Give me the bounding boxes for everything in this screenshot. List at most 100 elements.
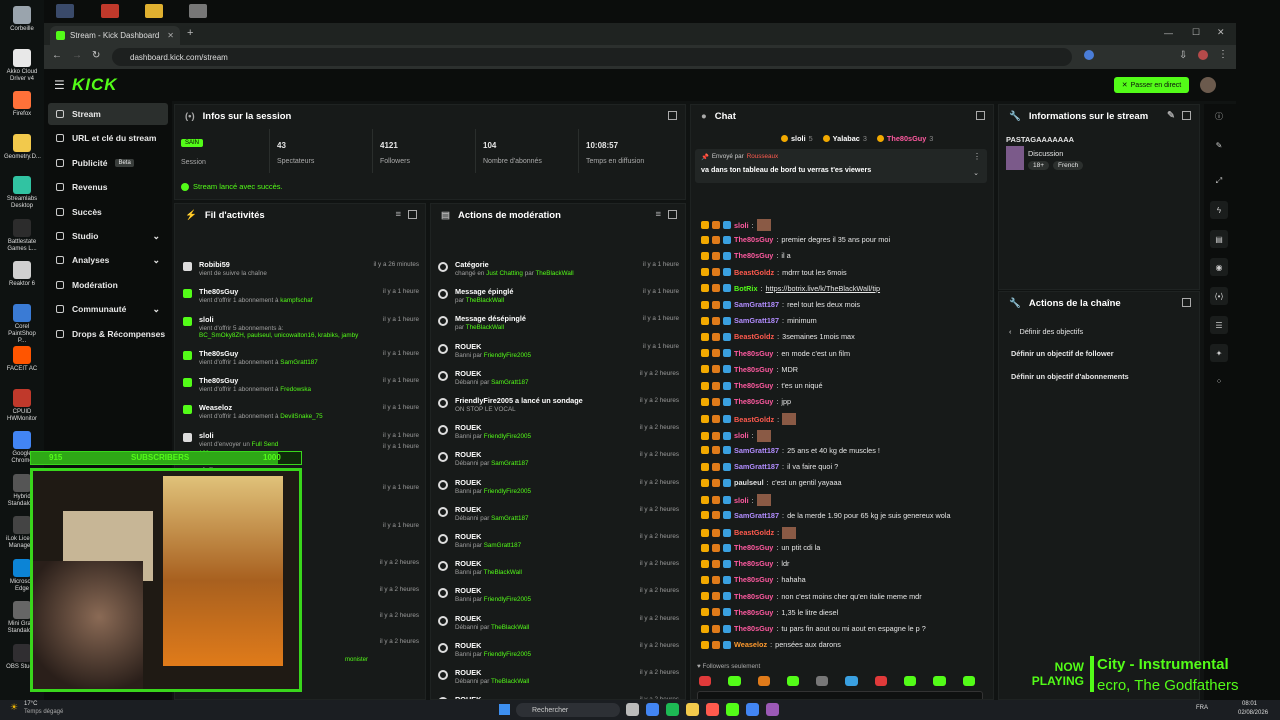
- sidebar-item-stream[interactable]: Stream: [48, 103, 168, 125]
- taskbar-app-icon[interactable]: [626, 703, 639, 716]
- moderation-item[interactable]: ROUEK Débanni par SamGratt187 il y a 2 he…: [431, 505, 685, 531]
- stream-tag[interactable]: 18+: [1028, 161, 1050, 170]
- desktop-icon[interactable]: Corbeille: [4, 6, 40, 33]
- emote-icon[interactable]: [728, 676, 741, 686]
- moderation-item[interactable]: ROUEK Débanni par SamGratt187 il y a 2 he…: [431, 450, 685, 476]
- chat-message[interactable]: SamGratt187: reel tout les deux mois: [701, 300, 860, 309]
- moderation-item[interactable]: Message désépinglé par TheBlackWall il y …: [431, 314, 685, 340]
- popout-icon[interactable]: [976, 111, 985, 120]
- sidebar-item-succes[interactable]: Succès: [48, 201, 168, 223]
- new-tab-icon[interactable]: +: [187, 27, 193, 39]
- moderation-item[interactable]: ROUEK Débanni par TheBlackWall il y a 2 h…: [431, 614, 685, 640]
- chat-message[interactable]: BeastGoldz:: [701, 413, 797, 426]
- desktop-top-icon-2[interactable]: [101, 4, 119, 18]
- windows-start-icon[interactable]: [499, 704, 510, 715]
- pen-icon[interactable]: ✎: [1210, 136, 1228, 154]
- taskbar-app-icon[interactable]: [726, 703, 739, 716]
- emote-icon[interactable]: [874, 676, 888, 686]
- taskbar-app-icon[interactable]: [686, 703, 699, 716]
- sidebar-item-url[interactable]: URL et clé du stream: [48, 127, 168, 149]
- popout-icon[interactable]: [1182, 298, 1191, 307]
- subscription-goal-action[interactable]: Définir un objectif d'abonnements: [1011, 372, 1129, 381]
- hamburger-icon[interactable]: ☰: [54, 78, 65, 92]
- sidebar-item-drops[interactable]: Drops & Récompenses: [48, 323, 168, 345]
- chat-username[interactable]: sloli: [734, 496, 749, 505]
- desktop-icon[interactable]: Reaktor 6: [4, 261, 40, 288]
- chat-message[interactable]: SamGratt187: de la merde 1.90 pour 65 kg …: [701, 511, 951, 520]
- desktop-top-icon-4[interactable]: [189, 4, 207, 18]
- chat-input[interactable]: [697, 691, 983, 699]
- stream-tag[interactable]: French: [1053, 161, 1084, 170]
- chat-message[interactable]: BeastGoldz:: [701, 526, 797, 539]
- desktop-top-icon-1[interactable]: [56, 4, 74, 18]
- chat-message[interactable]: The80sGuy: un ptit cdi la: [701, 543, 820, 552]
- sidebar-item-publicite[interactable]: Publicité Beta: [48, 152, 168, 174]
- chat-username[interactable]: BeastGoldz: [734, 415, 774, 424]
- chat-username[interactable]: The80sGuy: [734, 543, 773, 552]
- chat-username[interactable]: sloli: [734, 221, 749, 230]
- emote-icon[interactable]: [962, 676, 975, 686]
- activity-item[interactable]: Weaseloz vient d'offrir 1 abonnement à De…: [175, 403, 425, 429]
- emote-icon[interactable]: [757, 676, 770, 686]
- chat-message[interactable]: BeastGoldz:3semaines 1mois max: [701, 332, 855, 341]
- chat-username[interactable]: BotRix: [734, 284, 758, 293]
- activity-item[interactable]: The80sGuy vient d'offrir 1 abonnement à F…: [175, 376, 425, 402]
- chat-message[interactable]: BotRix: https://botrix.live/k/TheBlackWal…: [701, 284, 880, 293]
- bolt-icon[interactable]: ϟ: [1210, 201, 1228, 219]
- desktop-top-icon-3[interactable]: [145, 4, 163, 18]
- moderation-item[interactable]: Message épinglé par TheBlackWall il y a 1…: [431, 287, 685, 313]
- moderation-item[interactable]: ROUEK Débanni par TheBlackWall il y a 2 h…: [431, 668, 685, 694]
- desktop-icon[interactable]: Akko Cloud Driver v4: [4, 48, 40, 83]
- close-window-icon[interactable]: ✕: [1217, 27, 1225, 38]
- moderation-item[interactable]: FriendlyFire2005 a lancé un sondage ON ST…: [431, 396, 685, 422]
- moderation-item[interactable]: ROUEK Débanni par SamGratt187 il y a 2 he…: [431, 369, 685, 395]
- expand-icon[interactable]: ⤢: [1210, 172, 1228, 190]
- chat-username[interactable]: The80sGuy: [734, 575, 773, 584]
- moderation-item[interactable]: Catégorie changé en Just Chatting par The…: [431, 260, 685, 286]
- chat-username[interactable]: SamGratt187: [734, 300, 779, 309]
- maximize-icon[interactable]: ☐: [1192, 27, 1200, 38]
- chat-message[interactable]: The80sGuy: premier degres il 35 ans pour …: [701, 235, 890, 244]
- filter-icon[interactable]: ≡: [655, 209, 661, 220]
- taskbar-app-icon[interactable]: [746, 703, 759, 716]
- activity-item[interactable]: Robibi59 vient de suivre la chaîne il y a…: [175, 260, 425, 286]
- taskbar-app-icon[interactable]: [646, 703, 659, 716]
- chat-message[interactable]: The80sGuy: hahaha: [701, 575, 806, 584]
- go-live-button[interactable]: ✕ Passer en direct: [1114, 77, 1189, 93]
- moderation-item[interactable]: ROUEK Banni par TheBlackWall il y a 2 heu…: [431, 559, 685, 585]
- minimize-icon[interactable]: —: [1164, 28, 1173, 38]
- chat-username[interactable]: SamGratt187: [734, 446, 779, 455]
- chat-username[interactable]: BeastGoldz: [734, 332, 774, 341]
- layout-icon[interactable]: ☰: [1210, 316, 1228, 334]
- emote-icon[interactable]: [816, 676, 829, 686]
- filter-icon[interactable]: ≡: [395, 209, 401, 220]
- chat-message[interactable]: The80sGuy:1,35 le litre diesel: [701, 608, 838, 617]
- popout-icon[interactable]: [1182, 111, 1191, 120]
- chat-message[interactable]: paulseul: c'est un gentil yayaaa: [701, 478, 842, 487]
- reload-icon[interactable]: ↻: [92, 50, 100, 61]
- kick-logo[interactable]: KICK: [72, 75, 118, 95]
- activity-item[interactable]: The80sGuy vient d'offrir 1 abonnement à k…: [175, 287, 425, 313]
- chat-message[interactable]: SamGratt187: il va faire quoi ?: [701, 462, 838, 471]
- sidebar-item-communaute[interactable]: Communauté ⌄: [48, 298, 168, 320]
- emote-icon[interactable]: [786, 676, 800, 686]
- moderation-item[interactable]: ROUEKBanni par FriendlyFire2005 il y a 2…: [431, 641, 685, 667]
- chat-message[interactable]: sloli:: [701, 219, 771, 231]
- taskbar-app-icon[interactable]: [766, 703, 779, 716]
- sidebar-item-studio[interactable]: Studio ⌄: [48, 225, 168, 247]
- chat-icon[interactable]: ◉: [1210, 258, 1228, 276]
- moderation-item[interactable]: ROUEK Banni par SamGratt187 il y a 2 heur…: [431, 532, 685, 558]
- activity-item[interactable]: sloli vient d'offrir 5 abonnements à: BC_…: [175, 315, 425, 341]
- chat-username[interactable]: The80sGuy: [734, 559, 773, 568]
- chat-username[interactable]: paulseul: [734, 478, 764, 487]
- moderation-item[interactable]: ROUEKBanni par FriendlyFire2005 il y a 2…: [431, 478, 685, 504]
- chat-username[interactable]: SamGratt187: [734, 462, 779, 471]
- back-icon[interactable]: ←: [52, 50, 62, 61]
- emote-icon[interactable]: [933, 676, 946, 686]
- chat-message[interactable]: The80sGuy: tu pars fin aout ou mi aout en…: [701, 624, 926, 633]
- desktop-icon[interactable]: CPUID HWMonitor: [4, 388, 40, 423]
- chat-message[interactable]: The80sGuy: il a: [701, 251, 791, 260]
- desktop-icon[interactable]: Battlestate Games L...: [4, 218, 40, 253]
- taskbar-app-icon[interactable]: [706, 703, 719, 716]
- taskbar-search[interactable]: Rechercher: [516, 703, 620, 717]
